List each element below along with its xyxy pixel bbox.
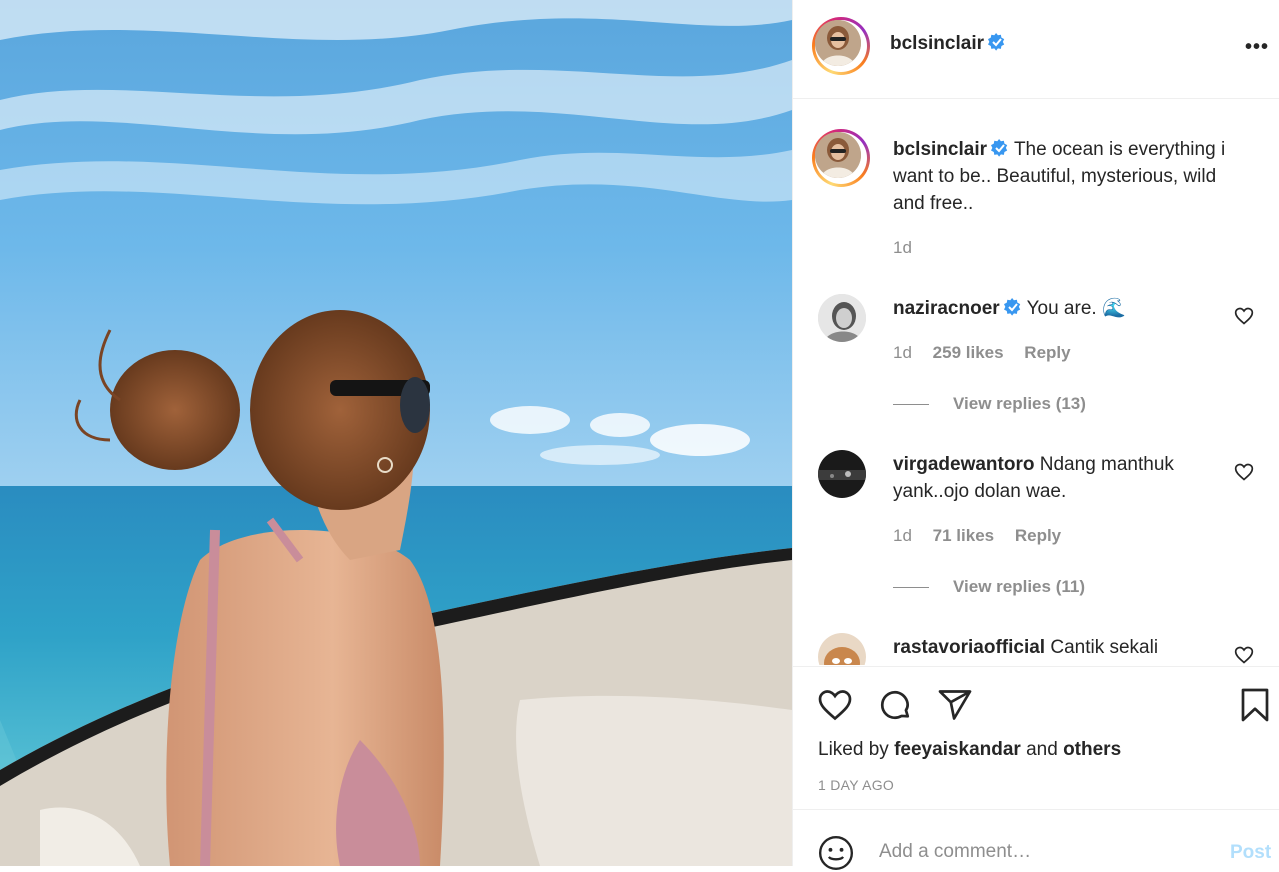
- liked-by-conj: and: [1026, 739, 1058, 760]
- author-avatar[interactable]: [812, 17, 870, 75]
- verified-badge-icon: [1003, 298, 1020, 316]
- view-replies-line: [893, 404, 929, 406]
- author-username[interactable]: bclsinclair: [890, 33, 984, 54]
- comment-likes[interactable]: 71 likes: [933, 526, 994, 545]
- add-comment-input[interactable]: [877, 840, 1211, 864]
- comment-text: rastavoriaofficial Cantik sekali: [893, 634, 1253, 661]
- comment-username[interactable]: virgadewantoro: [893, 454, 1034, 475]
- reply-button[interactable]: Reply: [1024, 343, 1070, 362]
- comment-avatar[interactable]: [818, 633, 866, 665]
- comments-list[interactable]: bclsinclair The ocean is everything i wa…: [793, 100, 1279, 665]
- post-actions: Liked by feeyaiskandar and others 1 DAY …: [793, 666, 1279, 809]
- post-sidebar: bclsinclair ••• bclsinclair The ocean is…: [792, 0, 1279, 871]
- caption-timestamp[interactable]: 1d: [893, 238, 912, 257]
- post-image: [0, 0, 792, 866]
- post-photo[interactable]: [0, 0, 792, 866]
- liked-by-user[interactable]: feeyaiskandar: [894, 739, 1021, 760]
- caption-avatar[interactable]: [812, 129, 870, 187]
- comment-meta: 1d 259 likes Reply: [893, 343, 1087, 363]
- caption-text: bclsinclair The ocean is everything i wa…: [893, 136, 1253, 217]
- view-replies-button[interactable]: View replies (11): [893, 577, 1085, 597]
- comment-avatar[interactable]: [818, 450, 866, 498]
- like-heart-icon[interactable]: [817, 687, 853, 723]
- like-comment-heart-icon[interactable]: [1234, 306, 1254, 326]
- comment-body: You are.: [1026, 298, 1097, 319]
- post-timestamp[interactable]: 1 DAY AGO: [818, 777, 894, 793]
- comment-body: Cantik sekali: [1050, 637, 1159, 658]
- comment-text: virgadewantoro Ndang manthuk yank..ojo d…: [893, 451, 1253, 505]
- emoji-smiley-icon[interactable]: [817, 834, 855, 872]
- comment-username[interactable]: rastavoriaofficial: [893, 637, 1045, 658]
- comment-likes[interactable]: 259 likes: [933, 343, 1004, 362]
- comment-bubble-icon[interactable]: [877, 687, 913, 723]
- verified-badge-icon: [991, 139, 1008, 157]
- view-replies-label: View replies (11): [953, 577, 1085, 596]
- verified-badge-icon: [988, 33, 1005, 51]
- liked-by-text: Liked by feeyaiskandar and others: [818, 739, 1121, 761]
- like-comment-heart-icon[interactable]: [1234, 462, 1254, 482]
- post-header: bclsinclair •••: [793, 0, 1279, 99]
- comment-time[interactable]: 1d: [893, 343, 912, 362]
- view-replies-label: View replies (13): [953, 394, 1086, 413]
- comment-avatar[interactable]: [818, 294, 866, 342]
- comment-meta: 1d 71 likes Reply: [893, 526, 1077, 546]
- post-comment-button[interactable]: Post: [1230, 842, 1271, 864]
- like-comment-heart-icon[interactable]: [1234, 645, 1254, 665]
- caption-username[interactable]: bclsinclair: [893, 139, 987, 160]
- bookmark-icon[interactable]: [1237, 687, 1273, 723]
- wave-emoji: 🌊: [1101, 298, 1126, 319]
- reply-button[interactable]: Reply: [1015, 526, 1061, 545]
- liked-by-prefix: Liked by: [818, 739, 889, 760]
- view-replies-button[interactable]: View replies (13): [893, 394, 1086, 414]
- add-comment-bar: Post: [793, 809, 1279, 871]
- caption-time: 1d: [893, 238, 928, 258]
- more-options-icon[interactable]: •••: [1245, 36, 1269, 59]
- share-paper-plane-icon[interactable]: [937, 687, 973, 723]
- comment-username[interactable]: naziracnoer: [893, 298, 1000, 319]
- view-replies-line: [893, 587, 929, 589]
- comment-time[interactable]: 1d: [893, 526, 912, 545]
- comment-text: naziracnoer You are. 🌊: [893, 295, 1253, 322]
- liked-by-others[interactable]: others: [1063, 739, 1121, 760]
